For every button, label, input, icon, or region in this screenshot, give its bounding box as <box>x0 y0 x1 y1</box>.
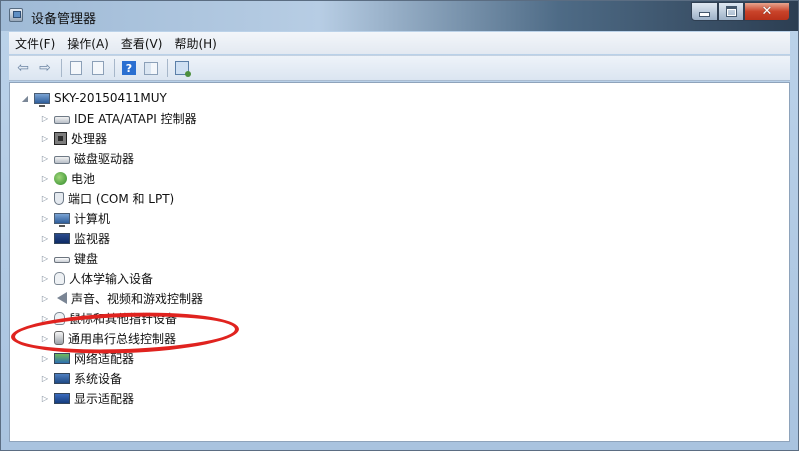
tree-item-label: 系统设备 <box>74 371 123 386</box>
keyboard-icon <box>54 257 70 263</box>
tree-item[interactable]: ▷ 声音、视频和游戏控制器 <box>40 289 203 307</box>
tree-item[interactable]: ▷ 系统设备 <box>40 369 122 387</box>
view-grid-icon[interactable] <box>141 58 161 78</box>
toolbar-separator <box>114 59 115 77</box>
tree-item[interactable]: ▷ 电池 <box>40 169 95 187</box>
tree-item[interactable]: ▷ 处理器 <box>40 129 107 147</box>
processor-icon <box>54 131 67 145</box>
tree-item[interactable]: ▷ 显示适配器 <box>40 389 134 407</box>
mouse-icon <box>54 311 65 325</box>
tree-item-label: 人体学输入设备 <box>69 271 154 286</box>
toolbar-separator <box>61 59 62 77</box>
tree-item[interactable]: ▷ IDE ATA/ATAPI 控制器 <box>40 109 197 127</box>
tree-item[interactable]: ▷ 键盘 <box>40 249 98 267</box>
toolbar-separator <box>167 59 168 77</box>
update-driver-icon[interactable] <box>88 58 108 78</box>
help-icon[interactable]: ? <box>119 58 139 78</box>
maximize-icon <box>725 6 737 17</box>
expand-arrow-icon[interactable]: ▷ <box>40 294 50 303</box>
expand-arrow-icon[interactable]: ▷ <box>40 334 50 343</box>
tree-item-label: 声音、视频和游戏控制器 <box>71 291 204 306</box>
display-adapter-icon <box>54 392 70 404</box>
tree-item-label: 电池 <box>71 171 96 186</box>
tree-item-label: 键盘 <box>74 251 99 266</box>
ide-controller-icon <box>54 115 70 124</box>
tree-item-label: 处理器 <box>71 131 108 146</box>
expand-arrow-icon[interactable]: ▷ <box>40 174 50 183</box>
expand-arrow-icon[interactable]: ▷ <box>40 354 50 363</box>
title-bar[interactable]: 设备管理器 ✕ <box>1 1 798 31</box>
properties-icon[interactable] <box>66 58 86 78</box>
tree-item-label: 通用串行总线控制器 <box>68 331 177 346</box>
toolbar: ⇦ ⇨ ? <box>9 55 790 81</box>
collapse-arrow-icon[interactable]: ◢ <box>20 94 30 103</box>
tree-root[interactable]: ◢ SKY-20150411MUY <box>20 89 167 107</box>
tree-item-label: 鼠标和其他指针设备 <box>69 311 178 326</box>
window-title: 设备管理器 <box>31 12 97 27</box>
menu-bar: 文件(F) 操作(A) 查看(V) 帮助(H) <box>9 32 790 54</box>
device-tree[interactable]: ◢ SKY-20150411MUY ▷ IDE ATA/ATAPI 控制器 ▷ … <box>9 82 790 442</box>
sound-icon <box>57 292 67 304</box>
tree-item-label: 监视器 <box>74 231 111 246</box>
close-button[interactable]: ✕ <box>744 2 790 21</box>
tree-item-label: 计算机 <box>74 211 111 226</box>
tree-item-label: 端口 (COM 和 LPT) <box>68 191 175 206</box>
tree-item[interactable]: ▷ 人体学输入设备 <box>40 269 153 287</box>
expand-arrow-icon[interactable]: ▷ <box>40 214 50 223</box>
disk-drive-icon <box>54 155 70 164</box>
expand-arrow-icon[interactable]: ▷ <box>40 254 50 263</box>
tree-item[interactable]: ▷ 鼠标和其他指针设备 <box>40 309 177 327</box>
expand-arrow-icon[interactable]: ▷ <box>40 374 50 383</box>
expand-arrow-icon[interactable]: ▷ <box>40 134 50 143</box>
close-icon: ✕ <box>761 4 773 19</box>
expand-arrow-icon[interactable]: ▷ <box>40 154 50 163</box>
expand-arrow-icon[interactable]: ▷ <box>40 234 50 243</box>
tree-item-label: 网络适配器 <box>74 351 135 366</box>
hid-icon <box>54 271 65 285</box>
tree-item[interactable]: ▷ 计算机 <box>40 209 110 227</box>
back-icon[interactable]: ⇦ <box>13 58 33 78</box>
device-manager-icon <box>9 8 23 22</box>
network-icon <box>54 352 70 364</box>
tree-item[interactable]: ▷ 网络适配器 <box>40 349 134 367</box>
port-icon <box>54 191 64 205</box>
expand-arrow-icon[interactable]: ▷ <box>40 394 50 403</box>
menu-action[interactable]: 操作(A) <box>61 35 115 52</box>
tree-item[interactable]: ▷ 监视器 <box>40 229 110 247</box>
forward-icon[interactable]: ⇨ <box>35 58 55 78</box>
tree-item[interactable]: ▷ 磁盘驱动器 <box>40 149 134 167</box>
battery-icon <box>54 171 67 185</box>
menu-file[interactable]: 文件(F) <box>9 35 61 52</box>
tree-item-usb-controllers[interactable]: ▷ 通用串行总线控制器 <box>40 329 176 347</box>
tree-root-label: SKY-20150411MUY <box>54 91 167 105</box>
window-controls: ✕ <box>691 2 790 21</box>
monitor-icon <box>54 232 70 244</box>
system-device-icon <box>54 372 70 384</box>
minimize-button[interactable] <box>691 2 718 21</box>
device-manager-window: 设备管理器 ✕ 文件(F) 操作(A) 查看(V) 帮助(H) ⇦ ⇨ ? ◢ … <box>0 0 799 451</box>
computer-icon <box>34 92 50 107</box>
usb-icon <box>54 331 64 345</box>
expand-arrow-icon[interactable]: ▷ <box>40 114 50 123</box>
menu-view[interactable]: 查看(V) <box>115 35 169 52</box>
tree-item[interactable]: ▷ 端口 (COM 和 LPT) <box>40 189 174 207</box>
tree-item-label: IDE ATA/ATAPI 控制器 <box>74 111 197 126</box>
maximize-button[interactable] <box>718 2 744 21</box>
minimize-icon <box>699 12 710 17</box>
scan-hardware-icon[interactable] <box>172 58 192 78</box>
menu-help[interactable]: 帮助(H) <box>168 35 222 52</box>
tree-item-label: 显示适配器 <box>74 391 135 406</box>
computer-icon <box>54 212 70 227</box>
tree-item-label: 磁盘驱动器 <box>74 151 135 166</box>
expand-arrow-icon[interactable]: ▷ <box>40 274 50 283</box>
expand-arrow-icon[interactable]: ▷ <box>40 314 50 323</box>
expand-arrow-icon[interactable]: ▷ <box>40 194 50 203</box>
